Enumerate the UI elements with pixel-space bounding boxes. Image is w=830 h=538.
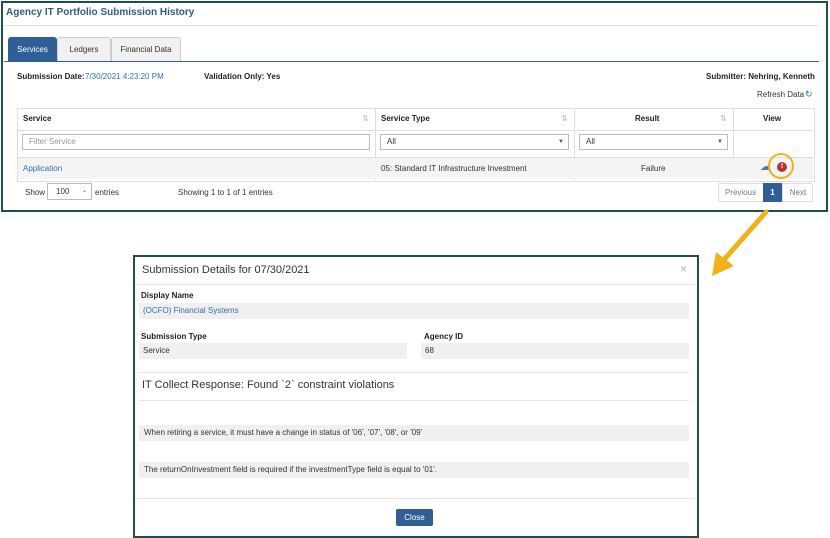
filter-result-select[interactable]: All ▼ xyxy=(579,134,728,150)
tabs-divider xyxy=(4,61,819,62)
showing-info: Showing 1 to 1 of 1 entries xyxy=(178,188,273,197)
submission-type-value: Service xyxy=(139,343,407,359)
column-header-view: View xyxy=(763,114,782,123)
previous-button[interactable]: Previous xyxy=(718,183,763,202)
validation-only: Validation Only: Yes xyxy=(204,72,281,81)
header-divider xyxy=(17,130,813,131)
submitter: Submitter: Nehring, Kenneth xyxy=(706,72,815,81)
tab-ledgers[interactable]: Ledgers xyxy=(57,37,111,62)
result-cell: Failure xyxy=(641,164,666,173)
display-name-value: (OCFO) Financial Systems xyxy=(139,303,689,319)
arrow-icon xyxy=(712,209,769,276)
modal-divider xyxy=(139,400,689,401)
show-label: Show xyxy=(25,188,46,197)
chevron-down-icon: ▼ xyxy=(717,139,723,145)
tab-financial-data[interactable]: Financial Data xyxy=(111,37,181,62)
modal-divider xyxy=(135,498,695,499)
response-heading: IT Collect Response: Found `2` constrain… xyxy=(142,379,395,391)
close-button[interactable]: Close xyxy=(396,509,433,526)
submission-date-label: Submission Date: xyxy=(17,72,85,81)
next-button[interactable]: Next xyxy=(782,183,813,202)
service-link[interactable]: Application xyxy=(23,164,62,173)
close-icon[interactable]: × xyxy=(680,262,687,276)
page-size-select[interactable]: 100 ⌄ xyxy=(47,183,92,200)
modal-divider xyxy=(135,284,695,285)
chevron-down-icon: ▼ xyxy=(558,139,564,145)
violation-message: The returnOnInvestment field is required… xyxy=(139,462,689,478)
sort-icon[interactable]: ⇅ xyxy=(561,114,568,123)
refresh-data-link[interactable]: Refresh Data xyxy=(757,90,804,99)
modal-divider xyxy=(139,372,689,373)
page-title: Agency IT Portfolio Submission History xyxy=(6,7,195,18)
highlight-circle xyxy=(768,153,794,179)
chevron-down-icon: ⌄ xyxy=(81,188,87,194)
sort-icon[interactable]: ⇅ xyxy=(362,114,369,123)
agency-id-label: Agency ID xyxy=(424,332,464,341)
agency-id-value: 68 xyxy=(421,343,689,359)
tab-services[interactable]: Services xyxy=(8,37,57,62)
display-name-label: Display Name xyxy=(141,291,194,300)
filter-service-type-value: All xyxy=(387,137,396,146)
filter-service-type-select[interactable]: All ▼ xyxy=(380,134,569,150)
entries-label: entries xyxy=(95,188,120,197)
submission-type-label: Submission Type xyxy=(141,332,207,341)
submission-details-modal xyxy=(133,255,699,538)
service-type-cell: 05: Standard IT Infrastructure Investmen… xyxy=(381,164,527,173)
modal-title: Submission Details for 07/30/2021 xyxy=(142,264,310,276)
filter-service-input[interactable]: Filter Service xyxy=(22,134,370,150)
column-header-service-type[interactable]: Service Type xyxy=(381,108,430,130)
sort-icon[interactable]: ⇅ xyxy=(720,114,727,123)
refresh-icon[interactable]: ↻ xyxy=(805,89,813,100)
page-size-value: 100 xyxy=(56,187,70,196)
page-1-button[interactable]: 1 xyxy=(763,183,782,202)
column-header-result[interactable]: Result xyxy=(635,108,659,130)
violation-message: When retiring a service, it must have a … xyxy=(139,425,689,441)
column-header-service[interactable]: Service xyxy=(23,108,51,130)
title-divider xyxy=(4,25,819,26)
filter-result-value: All xyxy=(586,137,595,146)
submission-date-value: 7/30/2021 4:23:20 PM xyxy=(85,72,164,81)
